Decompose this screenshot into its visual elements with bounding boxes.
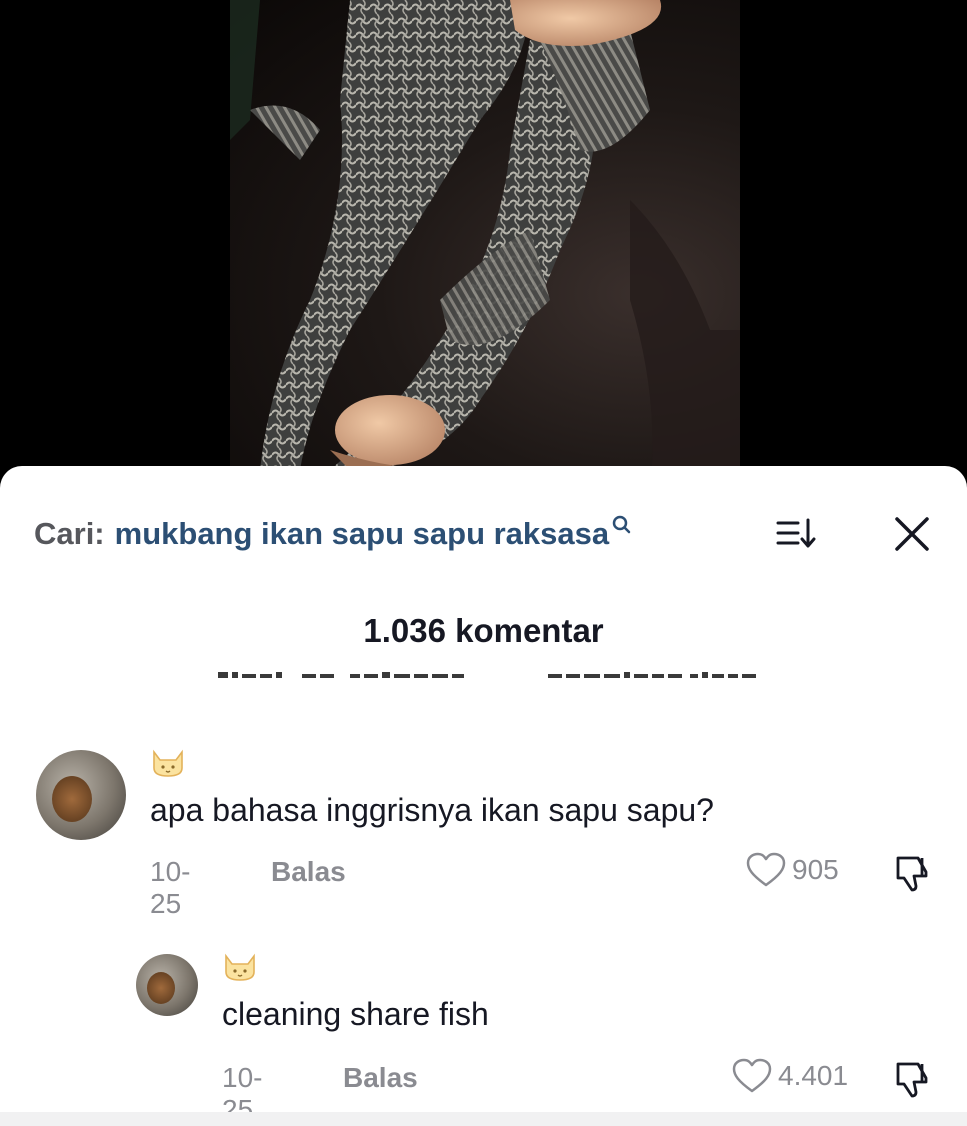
close-icon[interactable] (890, 512, 934, 556)
comment-date: 10-25 (150, 856, 191, 919)
reply-button[interactable]: Balas (343, 1062, 418, 1094)
search-suggestion-row[interactable]: Cari: mukbang ikan sapu sapu raksasa (34, 512, 934, 556)
bottom-divider (0, 1112, 967, 1126)
avatar[interactable] (36, 750, 126, 840)
sort-icon[interactable] (774, 512, 818, 556)
avatar[interactable] (136, 954, 198, 1016)
heart-icon (746, 852, 786, 887)
search-icon[interactable] (611, 514, 633, 541)
cut-off-text-row (0, 672, 967, 692)
thumbs-down-icon[interactable] (892, 854, 934, 899)
search-query-link[interactable]: mukbang ikan sapu sapu raksasa (115, 516, 610, 552)
like-count: 905 (792, 854, 839, 885)
comments-sheet: Cari: mukbang ikan sapu sapu raksasa 1.0… (0, 466, 967, 1126)
video-frame-fish (230, 0, 740, 490)
like-button[interactable]: 905 (746, 852, 839, 888)
like-count: 4.401 (778, 1060, 849, 1091)
like-button[interactable]: 4.401 (732, 1058, 848, 1094)
cat-sticker-icon (150, 746, 186, 783)
comments-count-title: 1.036 komentar (363, 612, 604, 649)
search-prefix-label: Cari: (34, 516, 105, 551)
cat-sticker-icon (222, 950, 258, 987)
cut-off-text-fragments (218, 672, 756, 678)
heart-icon (732, 1058, 772, 1093)
comment-text: apa bahasa inggrisnya ikan sapu sapu? (150, 792, 714, 828)
comment-text: cleaning share fish (222, 996, 489, 1032)
thumbs-down-icon[interactable] (892, 1060, 934, 1105)
video-player[interactable] (0, 0, 967, 490)
reply-button[interactable]: Balas (271, 856, 346, 888)
